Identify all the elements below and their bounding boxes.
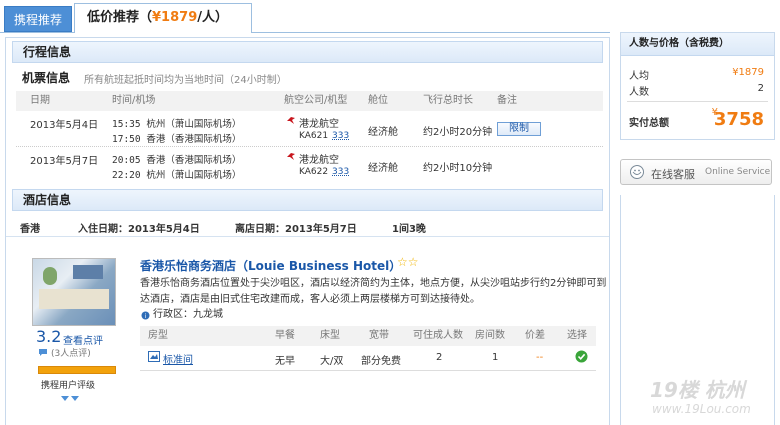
per-person-value: ¥1879 [732, 67, 764, 78]
people-value: 2 [757, 83, 764, 94]
hotel-photo[interactable] [32, 258, 116, 326]
room-price-diff: -- [536, 352, 544, 363]
hotel-stars: ☆☆ [397, 255, 419, 269]
price-summary-title: 人数与价格（含税费） [621, 33, 774, 56]
flight-departure: 20:05 香港（香港国际机场） [112, 155, 242, 166]
hotel-stay-row: 香港 入住日期：2013年5月4日 离店日期：2013年5月7日 1间3晚 [6, 214, 609, 237]
online-service-button[interactable]: 在线客服 Online Service [620, 159, 772, 185]
room-table-header: 房型 早餐 床型 宽带 可住成人数 房间数 价差 选择 [140, 326, 596, 346]
expand-rating-icon[interactable] [60, 393, 80, 406]
col-duration: 飞行总时长 [423, 95, 473, 106]
airline-name: 港龙航空 [299, 119, 339, 130]
flight-duration: 约2小时10分钟 [423, 163, 493, 174]
flight-number: KA621 [299, 131, 329, 141]
col-time-airport: 时间/机场 [112, 95, 156, 106]
hotel-photo-counter [39, 289, 109, 309]
col-remark: 备注 [497, 95, 517, 106]
room-type-link[interactable]: 标准间 [163, 351, 193, 366]
flight-row: 2013年5月7日 20:05 香港（香港国际机场） 22:20 杭州（萧山国际… [16, 148, 603, 182]
hotel-description-line1: 香港乐怡商务酒店位置处于尖沙咀区，酒店以经济简约为主体，地点方便，从尖沙咀站步行… [140, 278, 607, 289]
tab-low-price-value: ¥1879 [152, 10, 198, 25]
tab-ctrip-recommend[interactable]: 携程推荐 [4, 6, 72, 32]
flight-row: 2013年5月4日 15:35 杭州（萧山国际机场） 17:50 香港（香港国际… [16, 112, 603, 147]
col-broadband: 宽带 [369, 330, 389, 341]
col-room-type: 房型 [148, 330, 168, 341]
hotel-score: 3.2 [36, 327, 62, 346]
online-service-sub: Online Service [705, 167, 771, 177]
flight-cabin: 经济舱 [368, 127, 398, 138]
per-person-label: 人均 [629, 71, 649, 82]
price-summary-panel: 人数与价格（含税费） 人均 ¥1879 人数 2 实付总额 ¥ 3758 [620, 32, 775, 140]
hotel-photo-sign [73, 265, 103, 279]
room-broadband: 部分免费 [361, 356, 401, 367]
itinerary-section-title: 行程信息 [12, 41, 603, 63]
tab-low-price-prefix: 低价推荐（ [87, 10, 153, 25]
flight-duration: 约2小时20分钟 [423, 127, 493, 138]
flight-cabin: 经济舱 [368, 163, 398, 174]
airline-name: 港龙航空 [299, 155, 339, 166]
col-airline: 航空公司/机型 [284, 95, 348, 106]
flight-table-header: 日期 时间/机场 航空公司/机型 舱位 飞行总时长 备注 [16, 91, 603, 111]
watermark-url: www.19Lou.com [652, 402, 751, 416]
flight-arrival: 22:20 杭州（萧山国际机场） [112, 170, 242, 181]
restriction-button[interactable]: 限制 [497, 122, 541, 136]
col-breakfast: 早餐 [275, 330, 295, 341]
room-count: 1 [492, 352, 499, 363]
selected-check-icon[interactable] [575, 350, 588, 366]
district-icon: i [141, 310, 150, 323]
room-image-icon[interactable] [148, 351, 160, 365]
col-date: 日期 [30, 95, 50, 106]
total-value: 3758 [713, 109, 764, 130]
tab-low-price[interactable]: 低价推荐（¥1879/人） [74, 3, 252, 33]
room-bed: 大/双 [320, 356, 344, 367]
flight-arrival: 17:50 香港（香港国际机场） [112, 134, 242, 145]
user-rating-bar [38, 366, 116, 374]
ticket-info-note: 所有航班起抵时间均为当地时间（24小时制） [84, 75, 287, 86]
people-label: 人数 [629, 87, 649, 98]
hotel-section-title: 酒店信息 [12, 189, 603, 211]
hotel-photo-plant [43, 267, 57, 285]
hotel-district: 行政区：九龙城 [153, 309, 223, 320]
flight-departure: 15:35 杭州（萧山国际机场） [112, 119, 242, 130]
chat-icon [629, 165, 645, 183]
total-label: 实付总额 [629, 118, 669, 129]
aircraft-type-link[interactable]: 333 [332, 167, 349, 177]
airline-logo-icon [286, 115, 296, 128]
checkin-date: 入住日期：2013年5月4日 [78, 224, 200, 235]
checkout-date: 离店日期：2013年5月7日 [235, 224, 357, 235]
aircraft-type-link[interactable]: 333 [332, 131, 349, 141]
flight-date: 2013年5月4日 [30, 120, 99, 131]
col-adults: 可住成人数 [413, 330, 463, 341]
watermark-brand: 19楼 杭州 [650, 378, 745, 402]
ticket-info-label: 机票信息 [22, 71, 71, 85]
col-bed: 床型 [320, 330, 340, 341]
col-select: 选择 [567, 330, 587, 341]
room-breakfast: 无早 [275, 356, 295, 367]
price-divider [627, 101, 768, 102]
airline-logo-icon [286, 151, 296, 164]
online-service-label: 在线客服 [651, 168, 695, 181]
col-rooms: 房间数 [475, 330, 505, 341]
review-count: (3人点评) [51, 349, 91, 359]
hotel-city: 香港 [20, 224, 40, 235]
user-rating-label: 携程用户评级 [41, 381, 96, 391]
room-nights: 1间3晚 [392, 224, 426, 235]
hotel-description-line2: 达酒店，酒店是由旧式住宅改建而成，客人必须上两层楼梯方可到达接待处。 [140, 294, 480, 305]
flight-date: 2013年5月7日 [30, 156, 99, 167]
tab-low-price-suffix: /人） [197, 10, 228, 25]
view-reviews-link[interactable]: 查看点评 [63, 332, 103, 347]
comment-icon [38, 347, 48, 360]
col-cabin: 舱位 [368, 95, 388, 106]
room-adults: 2 [436, 352, 443, 363]
room-row: 标准间 无早 大/双 部分免费 2 1 -- [140, 346, 596, 371]
flight-number: KA622 [299, 167, 329, 177]
col-price-diff: 价差 [525, 330, 545, 341]
hotel-name-link[interactable]: 香港乐怡商务酒店（Louie Business Hotel） [140, 257, 401, 274]
main-panel: 行程信息 机票信息 所有航班起抵时间均为当地时间（24小时制） 日期 时间/机场… [5, 37, 610, 425]
